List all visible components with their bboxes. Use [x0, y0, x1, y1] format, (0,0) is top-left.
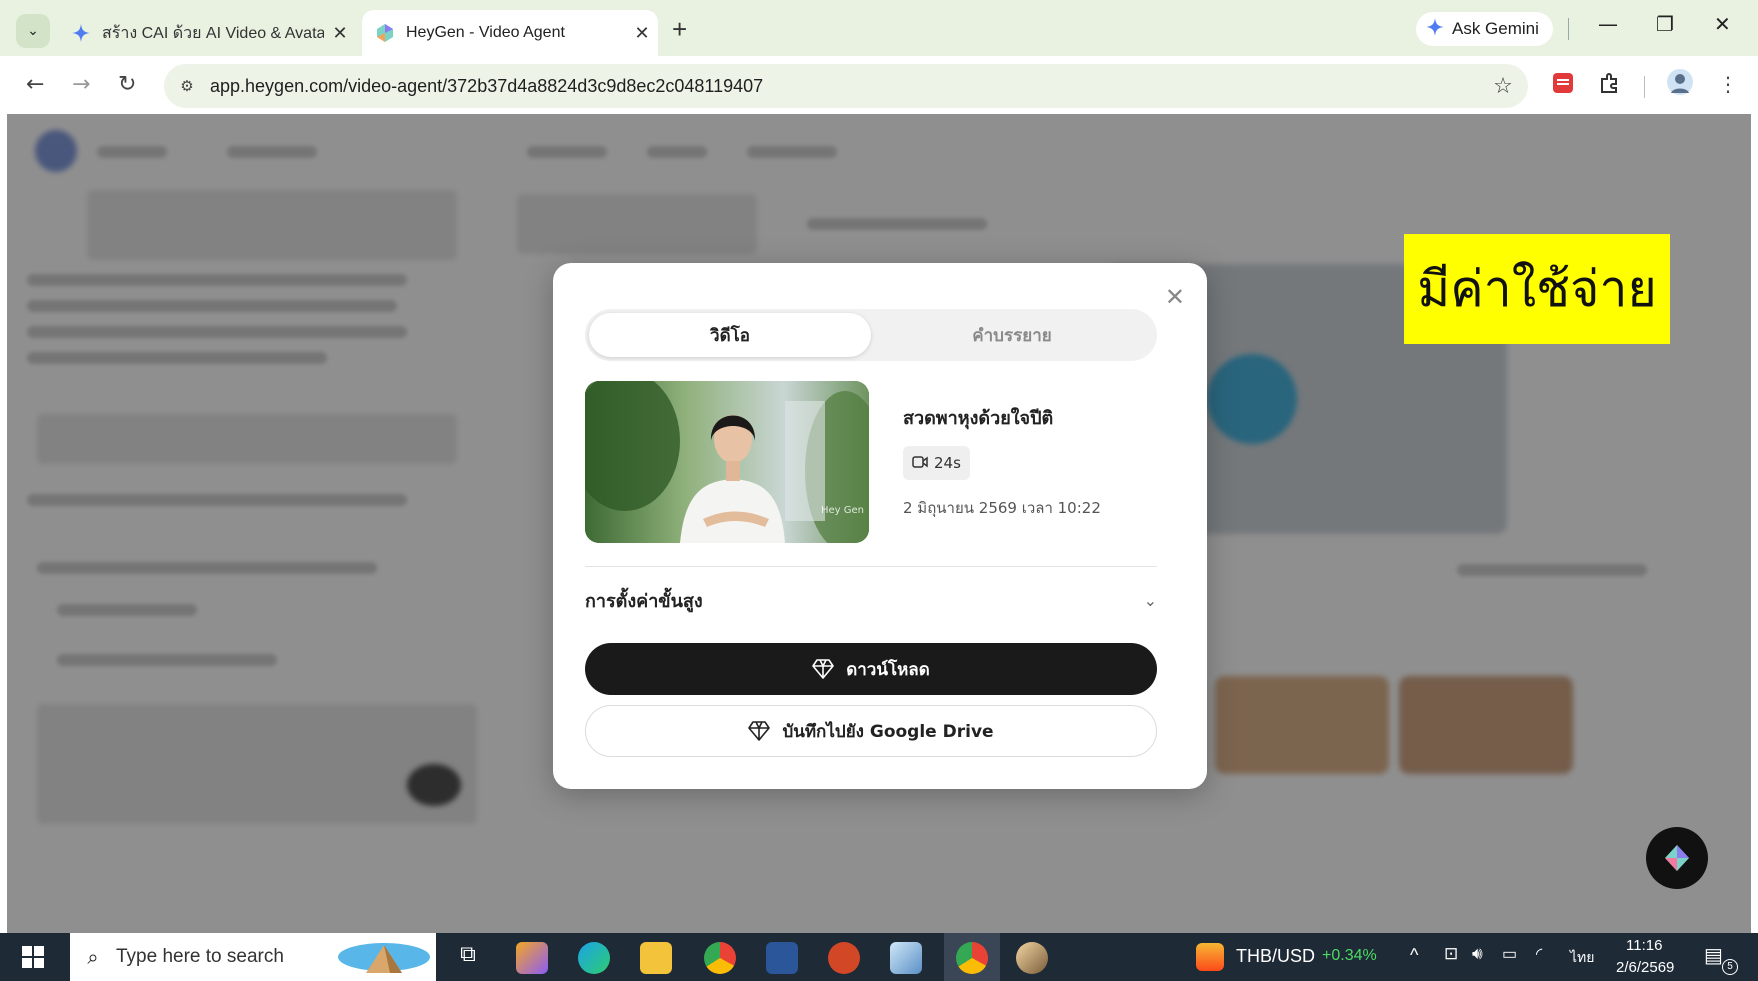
chrome-icon[interactable]: [704, 942, 736, 974]
input-language[interactable]: ไทย: [1570, 947, 1594, 969]
duration-text: 24s: [934, 454, 961, 472]
clock-time[interactable]: 11:16: [1626, 937, 1662, 954]
address-bar[interactable]: ⚙ app.heygen.com/video-agent/372b37d4a88…: [164, 64, 1528, 108]
video-thumbnail: Hey Gen: [585, 381, 869, 543]
volume-icon[interactable]: 🔊︎: [1472, 944, 1483, 964]
diamond-premium-icon: [812, 659, 835, 679]
profile-avatar[interactable]: [1666, 68, 1694, 100]
word-icon[interactable]: [766, 942, 798, 974]
site-info-icon[interactable]: ⚙: [164, 77, 210, 95]
currency-change: +0.34%: [1322, 947, 1377, 964]
advanced-settings-label: การตั้งค่าขั้นสูง: [585, 590, 703, 612]
windows-taskbar: ⌕ Type here to search ⧉ THB/USD +0.34% ^…: [0, 933, 1758, 981]
close-window-icon[interactable]: ✕: [1714, 12, 1731, 36]
export-type-tabs: วิดีโอ คำบรรยาย: [585, 309, 1157, 361]
powerpoint-icon[interactable]: [828, 942, 860, 974]
chevron-up-icon[interactable]: ^: [1410, 945, 1418, 966]
video-title: สวดพาหุงด้วยใจปีติ: [903, 408, 1054, 429]
forward-arrow-icon[interactable]: →: [72, 72, 90, 97]
diamond-premium-icon: [748, 721, 771, 741]
windows-start-icon[interactable]: [22, 946, 44, 972]
toolbar-divider: [1644, 76, 1645, 98]
reload-icon[interactable]: ↻: [118, 72, 136, 97]
wifi-icon[interactable]: ◜: [1536, 944, 1542, 964]
heygen-page: มีค่าใช้จ่าย ✕ วิดีโอ คำบรรยาย Hey Gen ส…: [7, 114, 1751, 933]
duration-badge: 24s: [903, 446, 970, 480]
gemini-sparkle-icon: [70, 22, 92, 44]
edge-icon[interactable]: [578, 942, 610, 974]
notification-count-badge: 5: [1722, 959, 1738, 975]
created-date: 2 มิถุนายน 2569 เวลา 10:22: [903, 499, 1101, 517]
download-button[interactable]: ดาวน์โหลด: [585, 643, 1157, 695]
close-icon[interactable]: ✕: [1165, 283, 1185, 311]
save-to-google-drive-button[interactable]: บันทึกไปยัง Google Drive: [585, 705, 1157, 757]
tab-title: HeyGen - Video Agent: [406, 24, 565, 41]
notifications-icon[interactable]: ▤: [1704, 943, 1723, 968]
bookmark-star-icon[interactable]: ☆: [1478, 74, 1528, 99]
back-arrow-icon[interactable]: ←: [26, 72, 44, 97]
paint-icon[interactable]: [1016, 942, 1048, 974]
search-highlight-image: [336, 937, 432, 977]
minimize-icon[interactable]: —: [1598, 12, 1618, 36]
copilot-icon[interactable]: [516, 942, 548, 974]
heygen-diamond-icon: [1665, 845, 1689, 871]
gemini-sparkle-icon: [1426, 17, 1444, 41]
app-pen-icon[interactable]: [890, 942, 922, 974]
tab-close-icon[interactable]: ✕: [324, 23, 356, 44]
new-tab-plus-icon[interactable]: +: [672, 14, 687, 45]
download-dialog: ✕ วิดีโอ คำบรรยาย Hey Gen สวดพาหุงด้วยใจ…: [553, 263, 1207, 789]
tab-search-chevron-icon[interactable]: ⌄: [16, 14, 50, 48]
extension-red-icon[interactable]: [1552, 72, 1574, 98]
extensions-puzzle-icon[interactable]: [1598, 72, 1620, 98]
browser-tab-cai[interactable]: สร้าง CAI ด้วย AI Video & Avatar ✕: [62, 10, 356, 56]
browser-toolbar: ← → ↻ ⚙ app.heygen.com/video-agent/372b3…: [0, 56, 1758, 114]
advanced-settings-toggle[interactable]: การตั้งค่าขั้นสูง ⌄: [585, 577, 1157, 623]
ask-gemini-label: Ask Gemini: [1452, 19, 1539, 38]
search-placeholder: Type here to search: [116, 946, 284, 967]
tab-close-icon[interactable]: ✕: [626, 23, 658, 44]
download-label: ดาวน์โหลด: [846, 659, 930, 680]
clock-date[interactable]: 2/6/2569: [1616, 959, 1674, 976]
restore-icon[interactable]: ❐: [1656, 12, 1674, 36]
taskbar-search-box[interactable]: ⌕ Type here to search: [70, 933, 436, 981]
tab-title: สร้าง CAI ด้วย AI Video & Avatar: [102, 24, 324, 42]
window-controls-divider: [1568, 18, 1569, 40]
thumbnail-watermark: Hey Gen: [821, 505, 864, 516]
cost-notice-label: มีค่าใช้จ่าย: [1404, 234, 1670, 344]
tab-video[interactable]: วิดีโอ: [589, 313, 871, 357]
browser-tab-bar: ⌄ สร้าง CAI ด้วย AI Video & Avatar ✕ Hey…: [0, 0, 1758, 56]
currency-pair: THB/USD: [1236, 946, 1316, 966]
task-view-icon[interactable]: ⧉: [452, 942, 484, 974]
video-info: สวดพาหุงด้วยใจปีติ 24s 2 มิถุนายน 2569 เ…: [903, 403, 1101, 520]
browser-tab-heygen[interactable]: HeyGen - Video Agent ✕: [362, 10, 658, 56]
meet-now-icon[interactable]: ⊡: [1444, 944, 1458, 964]
url-text: app.heygen.com/video-agent/372b37d4a8824…: [210, 75, 764, 96]
chrome-profile-icon[interactable]: [956, 942, 988, 974]
file-explorer-icon[interactable]: [640, 942, 672, 974]
tab-captions[interactable]: คำบรรยาย: [871, 313, 1153, 357]
drive-label: บันทึกไปยัง Google Drive: [782, 721, 994, 742]
heygen-logo-icon: [374, 22, 396, 44]
search-icon: ⌕: [87, 945, 99, 969]
currency-widget-icon[interactable]: [1196, 943, 1224, 971]
divider: [585, 566, 1157, 567]
assistant-fab-button[interactable]: [1646, 827, 1708, 889]
ask-gemini-button[interactable]: Ask Gemini: [1416, 12, 1553, 46]
chevron-down-icon: ⌄: [1143, 590, 1157, 610]
battery-icon[interactable]: ▭: [1502, 944, 1517, 964]
video-camera-icon: [912, 454, 928, 472]
more-menu-icon[interactable]: ⋮: [1718, 72, 1738, 96]
